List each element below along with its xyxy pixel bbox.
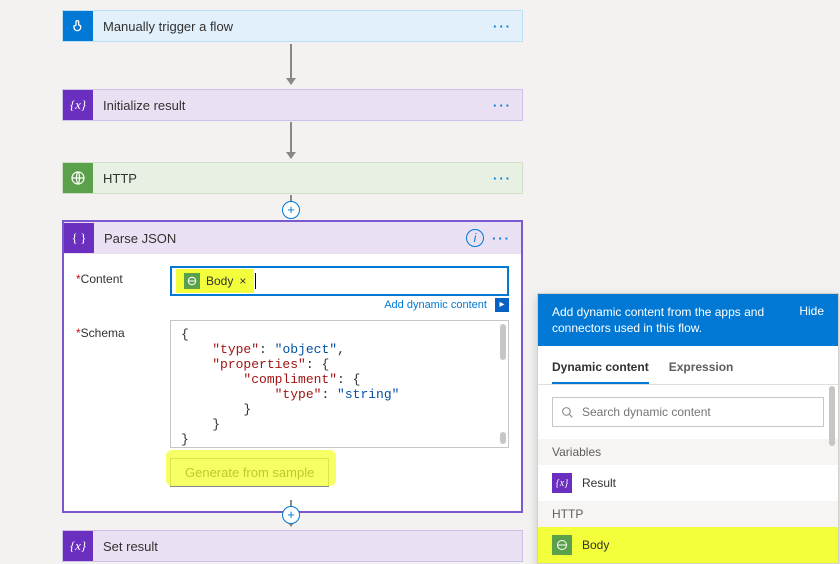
step-http[interactable]: HTTP ··· [62,162,523,194]
hide-panel-link[interactable]: Hide [799,304,824,318]
touch-icon [63,11,93,41]
step-title: Set result [93,539,522,554]
step-set-result[interactable]: {x} Set result [62,530,523,562]
add-step-button[interactable]: + [282,506,300,524]
dynamic-content-item-result[interactable]: {x} Result [538,465,838,501]
more-menu-icon[interactable]: ··· [493,19,522,34]
step-title: HTTP [93,171,493,186]
more-menu-icon[interactable]: ··· [492,231,521,246]
more-menu-icon[interactable]: ··· [493,98,522,113]
dynamic-content-panel: Add dynamic content from the apps and co… [537,293,839,564]
dynamic-content-search-input[interactable] [582,405,815,419]
step-parse-json: { } Parse JSON i ··· *Content Body [62,220,523,513]
dynamic-content-item-body[interactable]: Body [538,527,838,563]
item-label: Body [582,538,609,552]
step-manually-trigger[interactable]: Manually trigger a flow ··· [62,10,523,42]
globe-icon [184,273,200,289]
generate-from-sample-button[interactable]: Generate from sample [170,458,329,487]
tab-dynamic-content[interactable]: Dynamic content [552,352,649,384]
schema-editor[interactable]: { "type": "object", "properties": { "com… [170,320,509,448]
schema-field-label: *Schema [76,320,170,487]
token-label: Body [206,274,233,288]
step-title: Initialize result [93,98,493,113]
scrollbar[interactable] [500,324,506,360]
step-title: Parse JSON [94,231,466,246]
dynamic-content-toggle-icon[interactable]: ▸ [495,298,509,312]
dynamic-content-header: Add dynamic content from the apps and co… [538,294,838,346]
add-step-button[interactable]: + [282,201,300,219]
connector-arrow [290,122,292,158]
connector-arrow [290,44,292,84]
content-field-label: *Content [76,266,170,312]
variable-icon: {x} [552,473,572,493]
parse-json-header[interactable]: { } Parse JSON i ··· [64,222,521,254]
content-input[interactable]: Body × [170,266,509,296]
more-menu-icon[interactable]: ··· [493,171,522,186]
section-http: HTTP [538,501,838,527]
token-remove-icon[interactable]: × [239,274,246,288]
dynamic-content-search[interactable] [552,397,824,427]
text-caret [255,273,256,289]
step-title: Manually trigger a flow [93,19,493,34]
body-token[interactable]: Body × [178,271,252,291]
search-icon [561,406,574,419]
variable-icon: {x} [63,90,93,120]
variable-icon: {x} [63,531,93,561]
item-label: Result [582,476,616,490]
globe-icon [63,163,93,193]
scrollbar[interactable] [829,386,835,446]
braces-icon: { } [64,223,94,253]
add-dynamic-content-link[interactable]: Add dynamic content [384,299,487,311]
step-initialize-result[interactable]: {x} Initialize result ··· [62,89,523,121]
globe-icon [552,535,572,555]
scrollbar[interactable] [500,432,506,444]
tab-expression[interactable]: Expression [669,352,734,384]
section-variables: Variables [538,439,838,465]
info-icon[interactable]: i [466,229,484,247]
